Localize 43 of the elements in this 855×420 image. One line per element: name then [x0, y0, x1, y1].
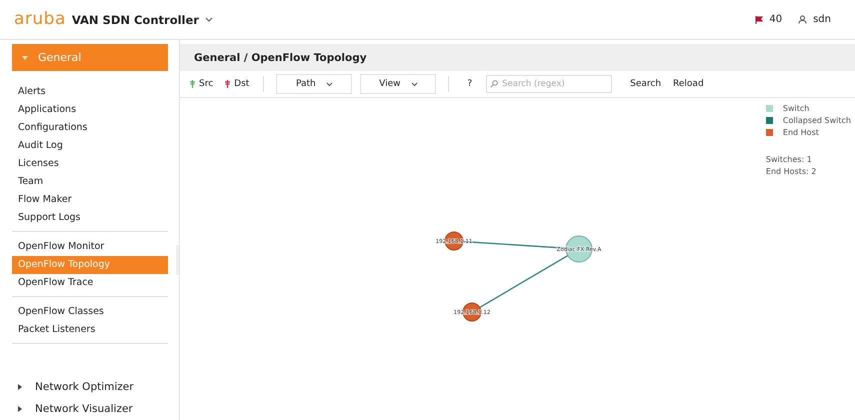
sidebar-item[interactable]: Licenses [12, 155, 168, 173]
sidebar-item[interactable]: Flow Maker [12, 191, 168, 209]
legend-label: Collapsed Switch [782, 116, 851, 124]
sidebar-item[interactable]: Configurations [12, 119, 168, 137]
caret-icon [22, 54, 28, 60]
sidebar-item[interactable]: OpenFlow Monitor [12, 238, 168, 256]
path-dropdown[interactable]: Path [276, 74, 352, 94]
help-button[interactable]: ? [465, 77, 474, 91]
search-field[interactable]: Search (regex) [486, 75, 612, 93]
search-button[interactable]: Search [628, 77, 664, 91]
sidebar-item[interactable]: Alerts [12, 83, 168, 101]
chevron-down-icon [410, 82, 418, 86]
src-button[interactable]: Src [188, 77, 216, 91]
caret-icon [18, 406, 23, 412]
sidebar-section[interactable]: Network Visualizer [12, 398, 168, 420]
sidebar-item[interactable]: OpenFlow Classes [12, 303, 168, 321]
stat-text: End Hosts: 2 [766, 166, 818, 178]
sidebar-item[interactable]: Support Logs [12, 209, 168, 227]
chevron-down-icon[interactable] [204, 16, 213, 22]
dst-button[interactable]: Dst [223, 77, 252, 91]
sidebar-section[interactable]: Network Optimizer [12, 376, 168, 398]
caret-icon [18, 384, 23, 390]
sidebar-item[interactable]: Audit Log [12, 137, 168, 155]
pin-icon [190, 80, 195, 88]
product-title[interactable]: VAN SDN Controller [72, 12, 199, 26]
stat-text: Switches: 1 [766, 154, 813, 166]
search-icon [490, 80, 498, 88]
sidebar-item[interactable]: Packet Listeners [12, 321, 168, 339]
user-icon [798, 15, 808, 24]
breadcrumb: General / OpenFlow Topology [194, 52, 367, 64]
reload-button[interactable]: Reload [671, 77, 706, 91]
sidebar-item[interactable]: Team [12, 173, 168, 191]
user-name[interactable]: sdn [813, 14, 831, 25]
chevron-down-icon [326, 82, 333, 86]
legend-label: Switch [782, 104, 810, 112]
legend-label: End Host [782, 128, 819, 136]
pin-icon [225, 80, 230, 88]
sidebar-item[interactable]: Applications [12, 101, 168, 119]
flag-icon [755, 16, 764, 24]
view-dropdown[interactable]: View [360, 74, 436, 94]
brand-logo: aruba [14, 11, 66, 28]
sidebar-item[interactable]: OpenFlow Trace [12, 274, 168, 292]
alert-count[interactable]: 40 [769, 14, 782, 25]
